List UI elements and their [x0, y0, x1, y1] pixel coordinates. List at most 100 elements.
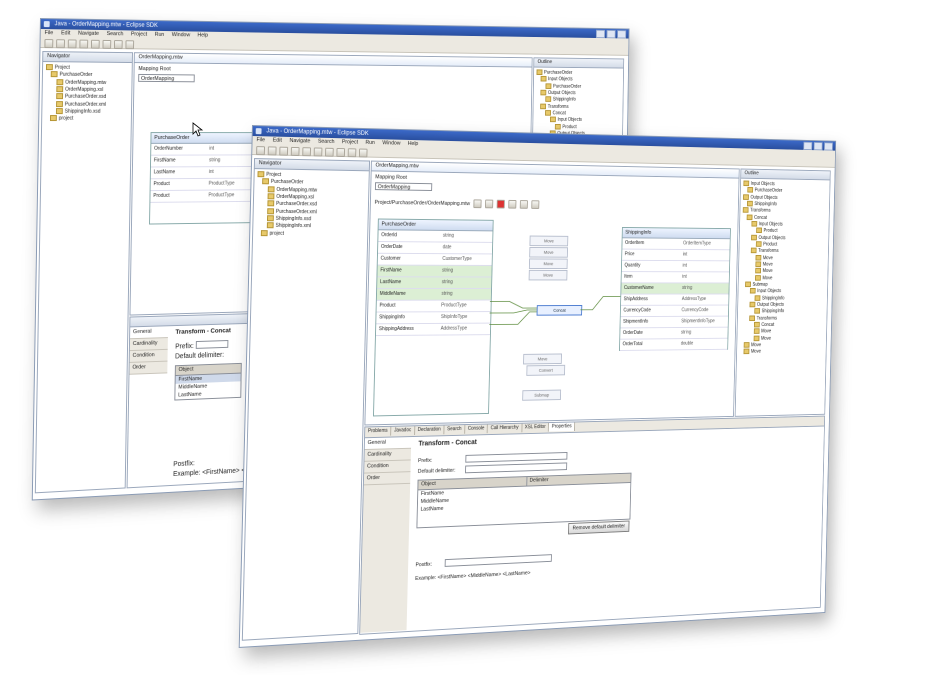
add-icon[interactable] — [473, 199, 482, 209]
external-tools-icon[interactable] — [313, 147, 323, 157]
menu-search[interactable]: Search — [107, 30, 124, 39]
back-arrow-icon[interactable] — [347, 148, 357, 158]
menu-navigate[interactable]: Navigate — [289, 137, 310, 146]
front-default-delim-input[interactable] — [465, 462, 568, 474]
forward-arrow-icon[interactable] — [125, 40, 135, 50]
transform-node-convert[interactable]: Convert — [526, 364, 566, 376]
mapping-field-row[interactable]: Product ProductType — [150, 178, 254, 192]
console-tab-declaration[interactable]: Declaration — [414, 425, 445, 436]
forward-arrow-icon[interactable] — [358, 148, 368, 158]
front-mapping-root-field[interactable]: OrderMapping — [374, 182, 433, 191]
back-prefix-input[interactable] — [195, 340, 229, 349]
mapping-field-row[interactable]: Product ProductType — [150, 190, 253, 203]
save-mapping-icon[interactable] — [531, 200, 540, 209]
tree-item[interactable]: project — [256, 229, 365, 238]
print-icon[interactable] — [279, 146, 289, 156]
mapping-field-row[interactable]: FirstName string — [150, 155, 254, 168]
menu-run[interactable]: Run — [365, 139, 375, 148]
mapping-field-row[interactable]: OrderItem OrderItemType — [622, 238, 730, 251]
menu-file[interactable]: File — [45, 29, 54, 38]
tree-item[interactable]: Output Objects — [742, 234, 826, 241]
console-tab-call-hierarchy[interactable]: Call Hierarchy — [487, 423, 523, 434]
properties-tab-order[interactable]: Order — [363, 472, 411, 486]
mapping-field-row[interactable]: Quantity int — [621, 260, 730, 273]
mapping-field-row[interactable]: LastName string — [377, 277, 492, 290]
transform-node-concat[interactable]: Concat — [536, 305, 583, 316]
transform-node-move[interactable]: Move — [528, 269, 568, 281]
properties-tab-order[interactable]: Order — [129, 361, 168, 375]
maximize-button[interactable] — [813, 141, 823, 151]
new-icon[interactable] — [256, 146, 266, 156]
run-icon[interactable] — [90, 39, 100, 49]
menu-run[interactable]: Run — [155, 31, 165, 40]
menu-file[interactable]: File — [256, 136, 265, 145]
mapping-field-row[interactable]: Product ProductType — [376, 300, 491, 313]
grid-row[interactable]: LastName — [175, 389, 240, 399]
menu-edit[interactable]: Edit — [273, 137, 282, 146]
debug-icon[interactable] — [79, 39, 89, 49]
save-icon[interactable] — [56, 39, 65, 49]
mapping-field-row[interactable]: ShipmentInfo ShipmentInfoType — [620, 316, 729, 329]
tree-item-label: Move — [762, 275, 773, 281]
tree-item[interactable]: Move — [739, 348, 823, 356]
mapping-field-row[interactable]: OrderTotal double — [619, 338, 728, 351]
new-icon[interactable] — [44, 39, 54, 49]
console-tab-properties[interactable]: Properties — [549, 422, 576, 432]
front-postfix-input[interactable] — [444, 554, 552, 567]
close-button[interactable] — [617, 30, 627, 39]
search-icon[interactable] — [336, 147, 346, 158]
mapping-field-row[interactable]: CurrencyCode CurrencyCode — [620, 305, 729, 318]
mapping-field-row[interactable]: CustomerName string — [621, 283, 729, 295]
mapping-field-row[interactable]: Price int — [622, 249, 730, 262]
save-icon[interactable] — [267, 146, 277, 156]
undo-icon[interactable] — [508, 199, 517, 209]
menu-window[interactable]: Window — [382, 139, 400, 148]
console-tab-search[interactable]: Search — [444, 425, 466, 435]
mapping-field-row[interactable]: ShipAddress AddressType — [620, 294, 729, 306]
mapping-field-row[interactable]: Item int — [621, 272, 730, 284]
console-tab-xsl-editor[interactable]: XSL Editor — [521, 423, 550, 433]
mapping-field-row[interactable]: Customer CustomerType — [377, 253, 492, 266]
transform-node-move[interactable]: Move — [529, 246, 569, 258]
mapping-field-row[interactable]: FirstName string — [377, 265, 492, 278]
run-icon[interactable] — [302, 147, 312, 157]
back-mapping-root-field[interactable]: OrderMapping — [138, 73, 195, 83]
stop-icon[interactable] — [496, 199, 506, 209]
tree-item[interactable]: project — [45, 115, 128, 122]
mapping-field-row[interactable]: ShippingAddress AddressType — [375, 323, 491, 337]
mapping-field-row[interactable]: LastName int — [150, 166, 254, 180]
menu-project[interactable]: Project — [342, 138, 358, 147]
menu-help[interactable]: Help — [408, 140, 419, 149]
minimize-button[interactable] — [595, 29, 606, 39]
search-icon[interactable] — [102, 39, 112, 49]
close-button[interactable] — [824, 142, 833, 151]
back-arrow-icon[interactable] — [113, 40, 123, 50]
redo-icon[interactable] — [519, 200, 529, 209]
console-tab-javadoc[interactable]: Javadoc — [391, 426, 416, 436]
mapping-field-row[interactable]: OrderId string — [378, 230, 493, 243]
mapping-field-row[interactable]: OrderNumber int — [151, 143, 254, 156]
menu-edit[interactable]: Edit — [61, 29, 70, 38]
mapping-field-row[interactable]: MiddleName string — [376, 288, 492, 301]
transform-node-move[interactable]: Move — [523, 353, 562, 365]
transform-node-submap[interactable]: Submap — [522, 389, 562, 401]
delete-icon[interactable] — [485, 199, 494, 209]
front-prefix-input[interactable] — [465, 452, 568, 463]
menu-project[interactable]: Project — [131, 30, 147, 39]
menu-help[interactable]: Help — [197, 32, 208, 41]
minimize-button[interactable] — [803, 141, 813, 151]
console-tab-console[interactable]: Console — [465, 424, 489, 434]
remove-default-delimiter-button[interactable]: Remove default delimiter — [568, 520, 630, 535]
debug-icon[interactable] — [290, 146, 300, 157]
mapping-field-row[interactable]: OrderDate date — [377, 242, 493, 255]
new-class-icon[interactable] — [325, 147, 334, 157]
maximize-button[interactable] — [606, 29, 616, 39]
print-icon[interactable] — [67, 39, 77, 49]
console-tab-problems[interactable]: Problems — [365, 426, 392, 437]
transform-node-move[interactable]: Move — [528, 258, 568, 270]
transform-node-move[interactable]: Move — [529, 235, 569, 247]
menu-navigate[interactable]: Navigate — [78, 30, 99, 39]
mapping-field-row[interactable]: ShippingInfo ShipInfoType — [376, 312, 491, 325]
menu-window[interactable]: Window — [172, 31, 190, 40]
menu-search[interactable]: Search — [318, 138, 335, 147]
